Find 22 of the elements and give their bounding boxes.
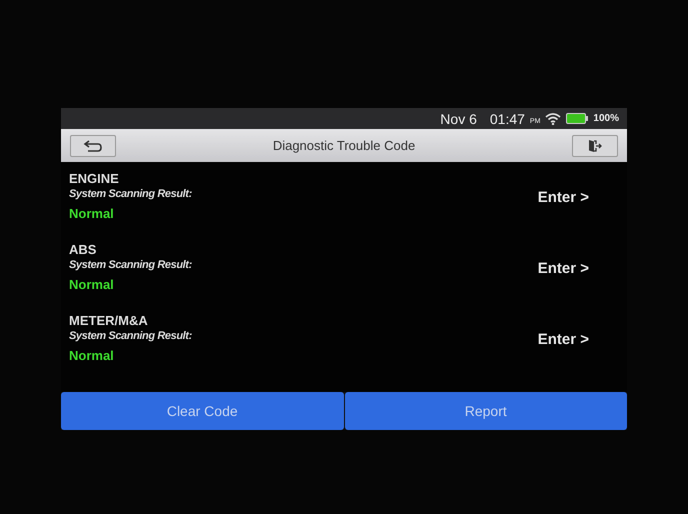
result-label: System Scanning Result: (69, 329, 192, 344)
enter-button[interactable]: Enter > (538, 260, 589, 277)
system-name: ENGINE (69, 172, 120, 186)
status-time: 01:47 (490, 110, 525, 126)
screen-title: Diagnostic Trouble Code (272, 138, 416, 153)
result-label: System Scanning Result: (69, 258, 192, 273)
enter-button[interactable]: Enter > (538, 189, 589, 206)
back-button[interactable] (70, 134, 116, 156)
system-name: METER/M&A (69, 314, 149, 328)
enter-button[interactable]: Enter > (538, 331, 589, 348)
result-status: Normal (69, 348, 115, 363)
battery-icon (566, 113, 588, 124)
system-name: ABS (69, 243, 98, 257)
result-status: Normal (69, 277, 115, 292)
exit-button[interactable] (572, 134, 618, 156)
result-status: Normal (69, 206, 115, 221)
result-label: System Scanning Result: (69, 187, 192, 202)
back-arrow-icon (83, 140, 103, 152)
status-date: Nov 6 (440, 110, 477, 126)
battery-percent: 100% (593, 113, 619, 124)
exit-door-icon (588, 138, 602, 152)
wifi-icon (545, 112, 562, 124)
